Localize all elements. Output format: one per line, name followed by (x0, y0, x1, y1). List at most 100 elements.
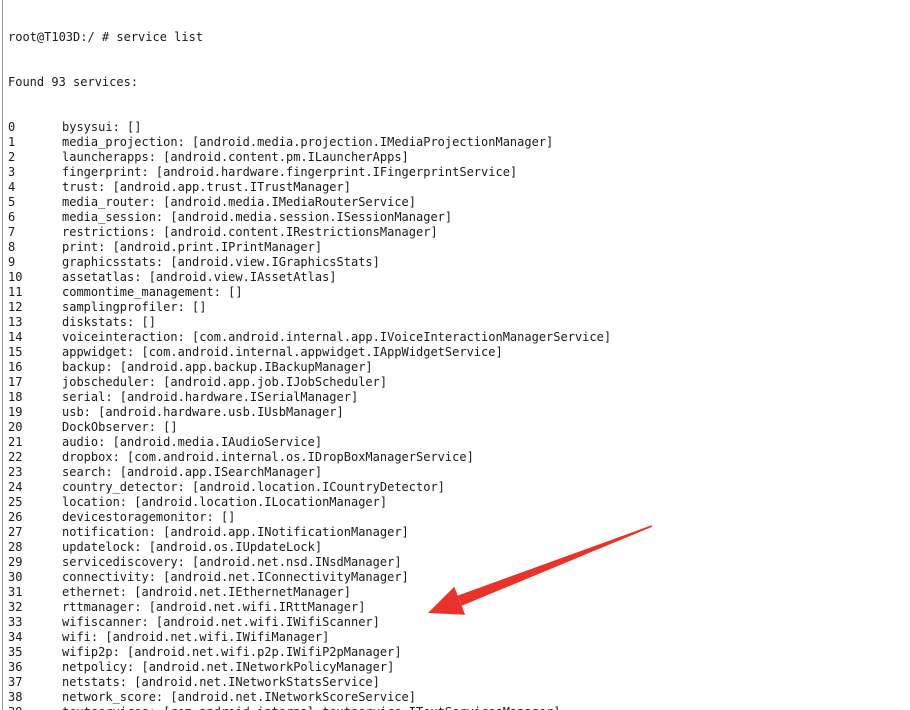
service-list-item: 11 commontime_management: [] (8, 285, 908, 300)
service-descriptor: devicestoragemonitor: [] (62, 510, 236, 524)
service-index: 1 (8, 135, 16, 149)
service-list-item: 18 serial: [android.hardware.ISerialManag… (8, 390, 908, 405)
service-list-item: 8 print: [android.print.IPrintManager] (8, 240, 908, 255)
service-descriptor: appwidget: [com.android.internal.appwidg… (62, 345, 503, 359)
service-list-item: 35 wifip2p: [android.net.wifi.p2p.IWifiP2… (8, 645, 908, 660)
service-list-item: 10 assetatlas: [android.view.IAssetAtlas] (8, 270, 908, 285)
service-descriptor: samplingprofiler: [] (62, 300, 207, 314)
service-list: 0 bysysui: [] 1 media_projection: [android.… (8, 120, 908, 710)
service-index: 37 (8, 675, 23, 689)
terminal-window: root@T103D:/ # service list Found 93 ser… (0, 0, 910, 710)
service-list-item: 27 notification: [android.app.INotificati… (8, 525, 908, 540)
service-descriptor: netstats: [android.net.INetworkStatsServ… (62, 675, 380, 689)
service-index: 20 (8, 420, 23, 434)
service-descriptor: location: [android.location.ILocationMan… (62, 495, 388, 509)
service-descriptor: print: [android.print.IPrintManager] (62, 240, 323, 254)
service-list-item: 14 voiceinteraction: [com.android.interna… (8, 330, 908, 345)
service-descriptor: bysysui: [] (62, 120, 142, 134)
service-descriptor: restrictions: [android.content.IRestrict… (62, 225, 438, 239)
service-index: 19 (8, 405, 23, 419)
service-descriptor: launcherapps: [android.content.pm.ILaunc… (62, 150, 409, 164)
service-descriptor: backup: [android.app.backup.IBackupManag… (62, 360, 373, 374)
service-index: 18 (8, 390, 23, 404)
service-list-item: 0 bysysui: [] (8, 120, 908, 135)
service-descriptor: wifi: [android.net.wifi.IWifiManager] (62, 630, 330, 644)
service-list-item: 32 rttmanager: [android.net.wifi.IRttMana… (8, 600, 908, 615)
service-list-item: 4 trust: [android.app.trust.ITrustManager… (8, 180, 908, 195)
service-descriptor: wifip2p: [android.net.wifi.p2p.IWifiP2pM… (62, 645, 402, 659)
service-list-item: 6 media_session: [android.media.session.I… (8, 210, 908, 225)
service-index: 15 (8, 345, 23, 359)
service-list-item: 5 media_router: [android.media.IMediaRout… (8, 195, 908, 210)
service-list-item: 29 servicediscovery: [android.net.nsd.INs… (8, 555, 908, 570)
service-index: 28 (8, 540, 23, 554)
service-list-item: 38 network_score: [android.net.INetworkSc… (8, 690, 908, 705)
service-index: 8 (8, 240, 16, 254)
service-list-item: 7 restrictions: [android.content.IRestric… (8, 225, 908, 240)
service-index: 7 (8, 225, 16, 239)
service-descriptor: fingerprint: [android.hardware.fingerpri… (62, 165, 518, 179)
services-found-summary: Found 93 services: (8, 75, 139, 89)
service-descriptor: audio: [android.media.IAudioService] (62, 435, 323, 449)
service-index: 30 (8, 570, 23, 584)
service-index: 25 (8, 495, 23, 509)
service-index: 9 (8, 255, 16, 269)
service-descriptor: rttmanager: [android.net.wifi.IRttManage… (62, 600, 366, 614)
service-descriptor: country_detector: [android.location.ICou… (62, 480, 445, 494)
service-list-item: 31 ethernet: [android.net.IEthernetManage… (8, 585, 908, 600)
service-index: 5 (8, 195, 16, 209)
service-index: 23 (8, 465, 23, 479)
service-index: 39 (8, 705, 62, 710)
service-list-item: 9 graphicsstats: [android.view.IGraphicsS… (8, 255, 908, 270)
service-descriptor: netpolicy: [android.net.INetworkPolicyMa… (62, 660, 395, 674)
service-list-item: 37 netstats: [android.net.INetworkStatsSe… (8, 675, 908, 690)
service-descriptor: DockObserver: [] (62, 420, 178, 434)
service-index: 10 (8, 270, 23, 284)
service-list-item: 21 audio: [android.media.IAudioService] (8, 435, 908, 450)
service-index: 21 (8, 435, 23, 449)
service-descriptor: media_router: [android.media.IMediaRoute… (62, 195, 417, 209)
service-list-item: 26 devicestoragemonitor: [] (8, 510, 908, 525)
service-descriptor: commontime_management: [] (62, 285, 243, 299)
service-list-item: 28 updatelock: [android.os.IUpdateLock] (8, 540, 908, 555)
service-descriptor: textservices: [com.android.internal.text… (62, 705, 561, 710)
service-descriptor: network_score: [android.net.INetworkScor… (62, 690, 417, 704)
service-index: 0 (8, 120, 16, 134)
service-index: 32 (8, 600, 23, 614)
console-output[interactable]: root@T103D:/ # service list Found 93 ser… (8, 0, 908, 710)
service-list-item: 15 appwidget: [com.android.internal.appwi… (8, 345, 908, 360)
service-list-item: 22 dropbox: [com.android.internal.os.IDro… (8, 450, 908, 465)
service-index: 35 (8, 645, 23, 659)
service-index: 34 (8, 630, 23, 644)
service-index: 12 (8, 300, 23, 314)
service-index: 11 (8, 285, 23, 299)
service-descriptor: trust: [android.app.trust.ITrustManager] (62, 180, 351, 194)
service-index: 26 (8, 510, 23, 524)
service-list-item: 24 country_detector: [android.location.IC… (8, 480, 908, 495)
service-index: 33 (8, 615, 23, 629)
service-index: 27 (8, 525, 23, 539)
service-descriptor: graphicsstats: [android.view.IGraphicsSt… (62, 255, 380, 269)
service-descriptor: serial: [android.hardware.ISerialManager… (62, 390, 359, 404)
service-list-item: 12 samplingprofiler: [] (8, 300, 908, 315)
service-list-item: 2 launcherapps: [android.content.pm.ILaun… (8, 150, 908, 165)
service-index: 24 (8, 480, 23, 494)
service-list-item: 33 wifiscanner: [android.net.wifi.IWifiSc… (8, 615, 908, 630)
service-descriptor: media_projection: [android.media.project… (62, 135, 554, 149)
service-index: 4 (8, 180, 16, 194)
service-list-item: 19 usb: [android.hardware.usb.IUsbManager… (8, 405, 908, 420)
service-index: 6 (8, 210, 16, 224)
service-list-item: 36 netpolicy: [android.net.INetworkPolicy… (8, 660, 908, 675)
service-index: 2 (8, 150, 16, 164)
service-descriptor: servicediscovery: [android.net.nsd.INsdM… (62, 555, 402, 569)
service-descriptor: diskstats: [] (62, 315, 156, 329)
service-index: 16 (8, 360, 23, 374)
service-list-item: 17 jobscheduler: [android.app.job.IJobSch… (8, 375, 908, 390)
service-descriptor: jobscheduler: [android.app.job.IJobSched… (62, 375, 388, 389)
service-index: 31 (8, 585, 23, 599)
service-list-item: 23 search: [android.app.ISearchManager] (8, 465, 908, 480)
service-list-item: 34 wifi: [android.net.wifi.IWifiManager] (8, 630, 908, 645)
window-left-border (2, 0, 3, 710)
service-descriptor: updatelock: [android.os.IUpdateLock] (62, 540, 323, 554)
service-descriptor: usb: [android.hardware.usb.IUsbManager] (62, 405, 344, 419)
